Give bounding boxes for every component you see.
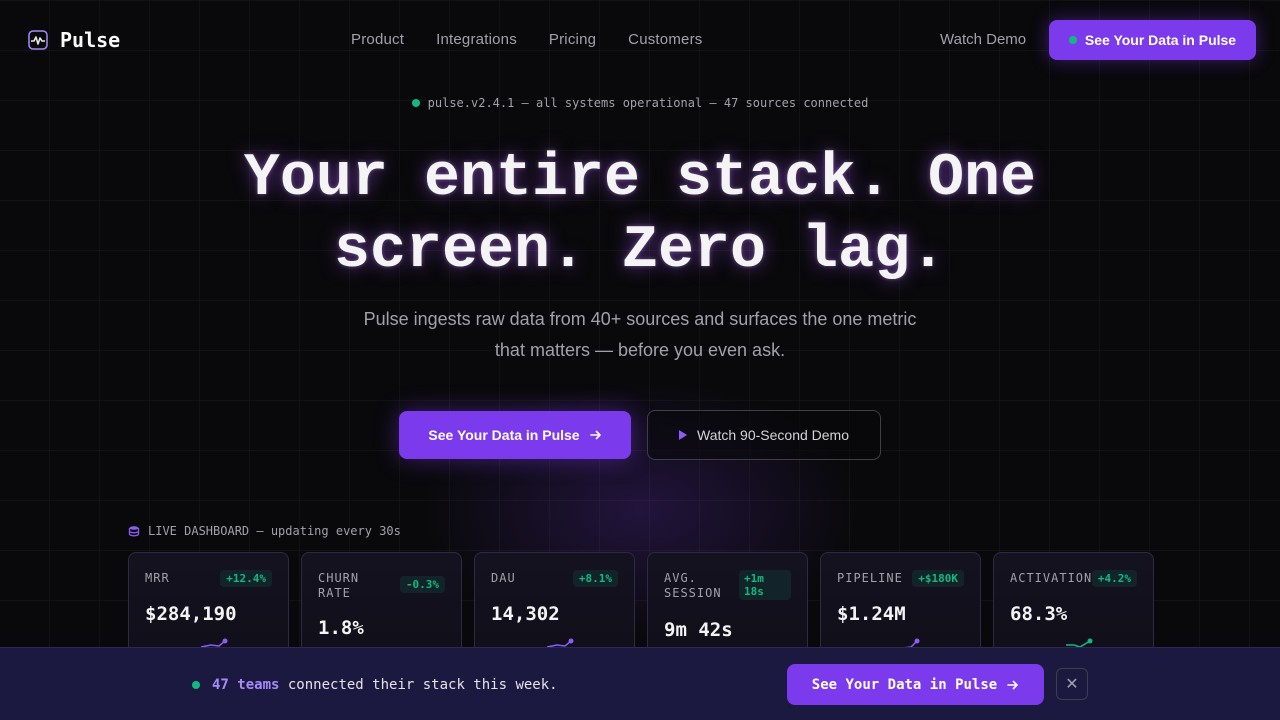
headline-line-1: Your entire stack. One (243, 145, 1037, 213)
close-button[interactable]: ✕ (1056, 668, 1088, 700)
system-status: pulse.v2.4.1 — all systems operational —… (0, 96, 1280, 110)
status-text: pulse.v2.4.1 — all systems operational —… (427, 96, 869, 110)
nav-link-pricing[interactable]: Pricing (549, 31, 596, 48)
metric-delta-badge: +1m 18s (739, 570, 791, 600)
subheadline-line-2: that matters — before you even ask. (494, 340, 786, 360)
bottom-bar-message: 47 teams connected their stack this week… (192, 677, 558, 693)
play-icon (679, 430, 687, 440)
headline-line-2: screen. Zero lag. (333, 217, 947, 285)
status-dot-icon (411, 99, 420, 107)
metric-label: AVG. SESSION (664, 571, 722, 600)
nav-link-product[interactable]: Product (351, 31, 404, 48)
nav-links: Product Integrations Pricing Customers (351, 31, 702, 48)
metric-value: 68.3% (1010, 603, 1068, 625)
logo-text: Pulse (60, 28, 121, 52)
nav-cta-label: See Your Data in Pulse (1084, 32, 1237, 48)
database-icon (128, 526, 140, 537)
bottom-bar-text: connected their stack this week. (287, 677, 558, 693)
nav-link-integrations[interactable]: Integrations (436, 31, 517, 48)
nav-link-customers[interactable]: Customers (628, 31, 702, 48)
metric-value: $284,190 (145, 603, 237, 625)
metric-value: $1.24M (837, 603, 906, 625)
dashboard-label-text: LIVE DASHBOARD — updating every 30s (148, 524, 401, 538)
metric-label: PIPELINE (837, 571, 903, 585)
live-dashboard-label: LIVE DASHBOARD — updating every 30s (128, 524, 401, 538)
hero-watch-demo-button[interactable]: Watch 90-Second Demo (647, 410, 881, 460)
metric-delta-badge: +$180K (912, 570, 964, 587)
primary-cta-label: See Your Data in Pulse (428, 427, 580, 443)
subheadline-line-1: Pulse ingests raw data from 40+ sources … (363, 309, 917, 329)
hero-subheadline: Pulse ingests raw data from 40+ sources … (340, 304, 940, 366)
hero-headline: Your entire stack. One screen. Zero lag. (0, 143, 1280, 287)
status-dot-icon (1068, 36, 1077, 44)
status-dot-icon (192, 681, 200, 689)
bottom-cta-label: See Your Data in Pulse (811, 676, 998, 693)
metric-label: ACTIVATION (1010, 571, 1093, 585)
watch-demo-link[interactable]: Watch Demo (940, 31, 1026, 48)
logo[interactable]: Pulse (28, 28, 120, 52)
close-icon: ✕ (1065, 676, 1079, 693)
metric-delta-badge: +4.2% (1091, 570, 1137, 587)
sticky-bottom-bar: 47 teams connected their stack this week… (0, 647, 1280, 720)
metric-value: 1.8% (318, 617, 364, 639)
metric-value: 9m 42s (664, 619, 733, 641)
metric-label: MRR (145, 571, 170, 585)
metric-delta-badge: +8.1% (572, 570, 618, 587)
secondary-cta-label: Watch 90-Second Demo (697, 427, 849, 443)
metric-delta-badge: -0.3% (399, 576, 445, 593)
nav-cta-button[interactable]: See Your Data in Pulse (1049, 20, 1256, 60)
metric-label: CHURN RATE (318, 571, 360, 600)
arrow-right-icon (1007, 680, 1019, 689)
metric-delta-badge: +12.4% (220, 570, 272, 587)
bottom-bar-cta-button[interactable]: See Your Data in Pulse (787, 664, 1044, 705)
hero-primary-cta-button[interactable]: See Your Data in Pulse (399, 411, 631, 459)
teams-count: 47 teams (212, 677, 280, 693)
metric-value: 14,302 (491, 603, 560, 625)
top-nav: Pulse Product Integrations Pricing Custo… (0, 0, 1280, 80)
metric-label: DAU (491, 571, 516, 585)
pulse-logo-icon (28, 30, 48, 50)
arrow-right-icon (589, 430, 601, 440)
